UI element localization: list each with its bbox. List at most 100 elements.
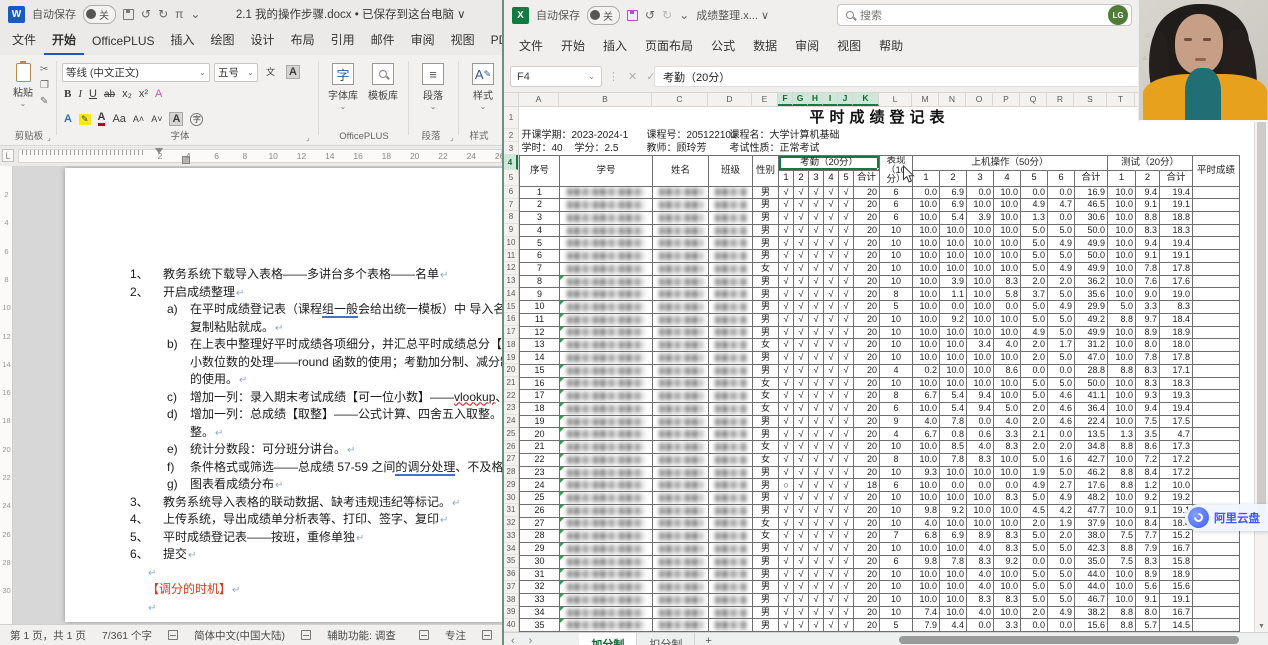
row-header-19[interactable]: 19: [504, 352, 518, 365]
cell-gender[interactable]: 女: [753, 402, 779, 415]
cell-operation-total[interactable]: 13.5: [1075, 428, 1108, 441]
cell-student-id[interactable]: [560, 237, 653, 250]
cell-attendance-mark[interactable]: √: [779, 301, 794, 314]
cell-gender[interactable]: 男: [753, 352, 779, 365]
cell-student-id[interactable]: [560, 186, 653, 199]
cell-test-total[interactable]: 4.7: [1160, 428, 1193, 441]
cell-operation-score[interactable]: 5.0: [1021, 390, 1048, 403]
cell-attendance-mark[interactable]: √: [794, 581, 809, 594]
cell-attendance-mark[interactable]: √: [839, 199, 854, 212]
cell-attendance-mark[interactable]: √: [839, 211, 854, 224]
cell-operation-score[interactable]: 1.7: [1048, 339, 1075, 352]
cell-operation-score[interactable]: 0.0: [1048, 428, 1075, 441]
cell-operation-score[interactable]: 5.4: [940, 390, 967, 403]
cell-performance[interactable]: 10: [880, 492, 913, 505]
cell-seq[interactable]: 21: [520, 441, 560, 454]
cell-test2[interactable]: 7.6: [1136, 275, 1160, 288]
cell-student-id[interactable]: [560, 211, 653, 224]
cell-attendance-mark[interactable]: √: [839, 530, 854, 543]
cell-attendance-mark[interactable]: √: [839, 402, 854, 415]
doc-line[interactable]: f)条件格式或筛选——总成绩 57-59 之间的调分处理、不及格: [167, 459, 502, 477]
cell-operation-score[interactable]: 10.0: [940, 339, 967, 352]
cell-operation-score[interactable]: 3.4: [967, 339, 994, 352]
cell-attendance-mark[interactable]: √: [839, 543, 854, 556]
cell-performance[interactable]: 10: [880, 275, 913, 288]
cell-final-score[interactable]: [1193, 390, 1240, 403]
cell-operation-score[interactable]: 5.0: [1048, 352, 1075, 365]
cell-seq[interactable]: 19: [520, 415, 560, 428]
cell-class[interactable]: [709, 352, 753, 365]
header-name[interactable]: 姓名: [653, 155, 709, 186]
cell-attendance-mark[interactable]: √: [824, 415, 839, 428]
cut-icon[interactable]: ✂: [40, 64, 49, 75]
search-input[interactable]: 搜索: [837, 4, 1132, 26]
cell-operation-score[interactable]: 10.0: [940, 466, 967, 479]
cell-operation-score[interactable]: 10.0: [967, 326, 994, 339]
cell-operation-score[interactable]: 5.0: [1021, 530, 1048, 543]
cell-performance[interactable]: 10: [880, 250, 913, 263]
cell-test-total[interactable]: 19.1: [1160, 199, 1193, 212]
column-header-E[interactable]: E: [752, 93, 778, 106]
templatelib-button[interactable]: 模板库: [364, 63, 402, 102]
cell-operation-score[interactable]: 5.0: [1021, 237, 1048, 250]
cell-class[interactable]: [709, 275, 753, 288]
enclose-character-button[interactable]: 字: [190, 113, 203, 126]
cell-operation-score[interactable]: 10.0: [994, 237, 1021, 250]
column-header-P[interactable]: P: [993, 93, 1020, 106]
cell-gender[interactable]: 男: [753, 211, 779, 224]
cell-final-score[interactable]: [1193, 250, 1240, 263]
cell-class[interactable]: [709, 415, 753, 428]
cell-attendance-mark[interactable]: √: [824, 199, 839, 212]
font-name-select[interactable]: 等线 (中文正文)⌄: [62, 63, 210, 82]
cell-gender[interactable]: 男: [753, 555, 779, 568]
cell-operation-score[interactable]: 10.0: [967, 352, 994, 365]
cell-operation-score[interactable]: 10.0: [940, 543, 967, 556]
cell-attendance-mark[interactable]: √: [794, 492, 809, 505]
cell-test2[interactable]: 5.7: [1136, 619, 1160, 632]
cell-test1[interactable]: 10.0: [1108, 377, 1136, 390]
cell-seq[interactable]: 31: [520, 568, 560, 581]
cell-test2[interactable]: 9.1: [1136, 594, 1160, 607]
cell-performance[interactable]: 10: [880, 224, 913, 237]
cell-performance[interactable]: 10: [880, 568, 913, 581]
cell-operation-score[interactable]: 4.9: [1048, 237, 1075, 250]
cell-attendance-mark[interactable]: √: [839, 250, 854, 263]
cell-attendance-mark[interactable]: √: [794, 619, 809, 632]
cell-operation-score[interactable]: 10.0: [994, 377, 1021, 390]
cell-operation-score[interactable]: 4.0: [967, 543, 994, 556]
cell-operation-score[interactable]: 4.9: [1048, 492, 1075, 505]
cell-attendance-mark[interactable]: √: [809, 224, 824, 237]
info-row[interactable]: 学时：40学分：2.5教师：顾玲芳考试性质：正常考试: [520, 142, 1240, 155]
paste-button[interactable]: 粘贴 ⌄: [8, 63, 38, 108]
cell-seq[interactable]: 9: [520, 288, 560, 301]
cell-class[interactable]: [709, 530, 753, 543]
cell-test1[interactable]: 8.8: [1108, 364, 1136, 377]
cell-gender[interactable]: 男: [753, 606, 779, 619]
cell-gender[interactable]: 女: [753, 530, 779, 543]
cell-performance[interactable]: 10: [880, 606, 913, 619]
cell-attendance-mark[interactable]: √: [824, 619, 839, 632]
cell-performance[interactable]: 10: [880, 543, 913, 556]
cell-operation-total[interactable]: 35.6: [1075, 288, 1108, 301]
cell-student-id[interactable]: [560, 619, 653, 632]
excel-tab-插入[interactable]: 插入: [594, 31, 636, 60]
cell-operation-score[interactable]: 5.0: [1021, 301, 1048, 314]
cell-student-id[interactable]: [560, 326, 653, 339]
excel-tab-审阅[interactable]: 审阅: [786, 31, 828, 60]
cell-operation-total[interactable]: 17.6: [1075, 479, 1108, 492]
cell-operation-score[interactable]: 1.1: [940, 288, 967, 301]
cell-test1[interactable]: 8.8: [1108, 441, 1136, 454]
cell-attendance-mark[interactable]: √: [809, 581, 824, 594]
cell-class[interactable]: [709, 288, 753, 301]
cell-seq[interactable]: 27: [520, 517, 560, 530]
cell-attendance-mark[interactable]: √: [794, 262, 809, 275]
cell-operation-score[interactable]: 4.9: [1048, 606, 1075, 619]
column-header-J[interactable]: J: [838, 93, 853, 106]
cell-operation-score[interactable]: 4.0: [967, 441, 994, 454]
sheet-nav-right-icon[interactable]: ›: [522, 633, 540, 645]
word-tab-PDF工具[interactable]: PDF工具: [483, 27, 502, 55]
cell-student-name[interactable]: [653, 326, 709, 339]
cell-attendance-mark[interactable]: √: [779, 466, 794, 479]
cell-gender[interactable]: 男: [753, 594, 779, 607]
cell-operation-total[interactable]: 42.3: [1075, 543, 1108, 556]
